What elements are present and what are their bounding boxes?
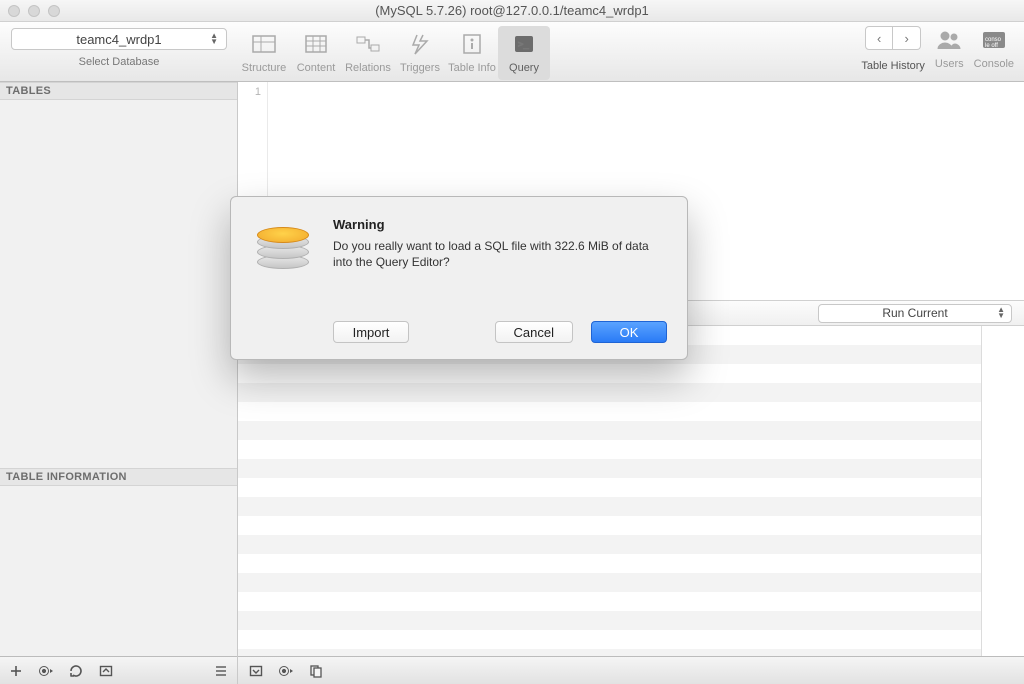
import-button-label: Import [353,325,390,340]
relations-icon [354,30,382,58]
ok-button-label: OK [620,325,639,340]
console-icon: console off [980,26,1008,54]
sidebar-info-header: TABLE INFORMATION [0,468,237,486]
tab-label: Query [509,62,539,74]
content-icon [302,30,330,58]
table-history-group: ‹ › Table History [861,22,935,81]
run-mode-selector[interactable]: Run Current ▲▼ [818,304,1012,323]
window-title: (MySQL 5.7.26) root@127.0.0.1/teamc4_wrd… [0,3,1024,18]
svg-text:le off: le off [985,43,998,49]
sidebar-footer [0,656,237,684]
table-history-label: Table History [861,60,925,72]
cancel-button[interactable]: Cancel [495,321,573,343]
footer-gear-button[interactable] [276,664,296,678]
console-label: Console [974,58,1014,70]
users-button[interactable]: Users [935,26,964,70]
sidebar-tables-header: TABLES [0,82,237,100]
query-icon: >_ [510,30,538,58]
window-titlebar: (MySQL 5.7.26) root@127.0.0.1/teamc4_wrd… [0,0,1024,22]
table-history-back-button[interactable]: ‹ [865,26,893,50]
tab-triggers[interactable]: Triggers [394,26,446,80]
main-area: TABLES TABLE INFORMATION 1 Run Current ▲… [0,82,1024,684]
chevron-updown-icon: ▲▼ [210,33,218,45]
content-footer [238,656,1024,684]
dialog-message: Do you really want to load a SQL file wi… [333,238,667,270]
gear-menu-button[interactable] [36,664,56,678]
ok-button[interactable]: OK [591,321,667,343]
tab-label: Table Info [448,62,496,74]
tab-structure[interactable]: Structure [238,26,290,80]
cancel-button-label: Cancel [514,325,554,340]
footer-layout-button[interactable] [246,664,266,678]
tab-label: Relations [345,62,391,74]
refresh-button[interactable] [66,664,86,678]
tab-label: Content [297,62,336,74]
structure-icon [250,30,278,58]
app-icon [251,217,315,281]
table-history-forward-button[interactable]: › [893,26,921,50]
warning-dialog: Warning Do you really want to load a SQL… [230,196,688,360]
run-mode-value: Run Current [882,306,947,320]
sidebar-layout-button[interactable] [211,664,231,678]
triggers-icon [406,30,434,58]
dialog-title: Warning [333,217,667,232]
chevron-left-icon: ‹ [877,31,881,46]
console-button[interactable]: console off Console [974,26,1014,70]
tab-table-info[interactable]: Table Info [446,26,498,80]
chevron-right-icon: › [904,31,908,46]
add-button[interactable] [6,664,26,678]
import-button[interactable]: Import [333,321,409,343]
toolbar: teamc4_wrdp1 ▲▼ Select Database Structur… [0,22,1024,82]
info-icon [458,30,486,58]
database-selector-group: teamc4_wrdp1 ▲▼ Select Database [0,22,238,81]
svg-text:>_: >_ [518,40,529,50]
tab-label: Structure [242,62,287,74]
chevron-updown-icon: ▲▼ [997,307,1005,319]
tab-relations[interactable]: Relations [342,26,394,80]
tab-label: Triggers [400,62,440,74]
content-area: 1 Run Current ▲▼ [238,82,1024,684]
database-selector-value: teamc4_wrdp1 [76,32,161,47]
line-number: 1 [255,86,261,98]
results-panel[interactable] [238,326,1024,656]
tables-list[interactable] [0,100,237,468]
table-information-panel [0,486,237,656]
database-selector[interactable]: teamc4_wrdp1 ▲▼ [11,28,227,50]
database-selector-label: Select Database [79,56,160,68]
users-icon [935,26,963,54]
tab-query[interactable]: >_ Query [498,26,550,80]
footer-snippets-button[interactable] [306,664,326,678]
toggle-panel-button[interactable] [96,664,116,678]
users-label: Users [935,58,964,70]
view-tabs: Structure Content Relations Triggers Tab… [238,22,550,81]
results-right-gutter [982,326,1024,656]
tab-content[interactable]: Content [290,26,342,80]
sidebar: TABLES TABLE INFORMATION [0,82,238,684]
results-rows [238,326,982,656]
